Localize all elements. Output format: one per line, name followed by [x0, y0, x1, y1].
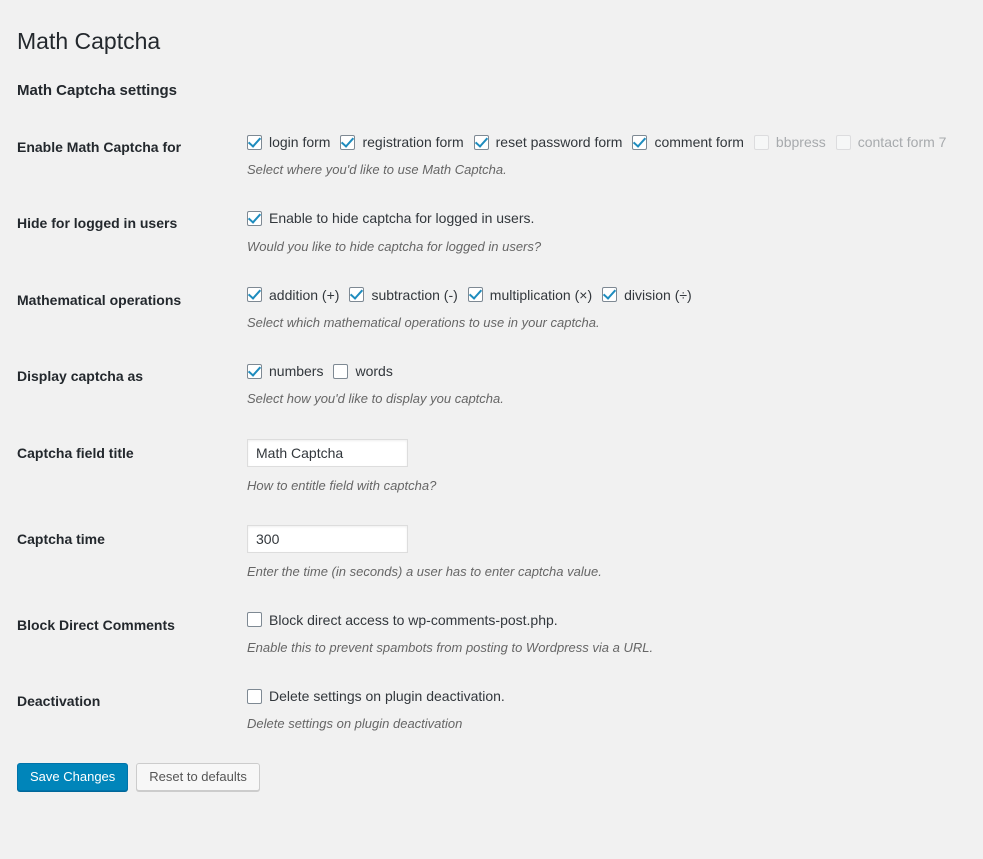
checkbox-box-icon[interactable]: [632, 134, 648, 150]
checkbox-box-icon[interactable]: [340, 134, 356, 150]
save-changes-button[interactable]: Save Changes: [17, 762, 129, 791]
page-title: Math Captcha: [17, 28, 161, 54]
checkbox-box-icon[interactable]: [247, 688, 262, 704]
settings-row-deactivation: Deactivation Delete settings on plugin d…: [17, 672, 977, 748]
checkbox-label: subtraction (-): [371, 286, 458, 303]
settings-row-block-direct-comments: Block Direct Comments Block direct acces…: [17, 596, 977, 672]
checkbox-division[interactable]: division (÷): [602, 286, 692, 304]
row-field-hide-logged-in: Enable to hide captcha for logged in use…: [247, 194, 977, 270]
row-label-hide-logged-in: Hide for logged in users: [17, 215, 178, 232]
checkbox-box-icon[interactable]: [467, 287, 483, 303]
settings-row-display-as: Display captcha as numbers words Select …: [17, 347, 977, 423]
row-description: Delete settings on plugin deactivation: [247, 716, 463, 732]
settings-row-captcha-time: Captcha time Enter the time (in seconds)…: [17, 510, 977, 596]
row-field-enable-for: login form registration form reset passw…: [247, 118, 977, 194]
checkbox-box-icon[interactable]: [349, 287, 365, 303]
checkbox-box-icon[interactable]: [473, 134, 489, 150]
settings-row-operations: Mathematical operations addition (+) sub…: [17, 271, 977, 347]
checkbox-label: Delete settings on plugin deactivation.: [269, 688, 505, 705]
row-field-block-direct-comments: Block direct access to wp-comments-post.…: [247, 596, 977, 672]
settings-form-table: Enable Math Captcha for login form regis…: [17, 118, 977, 749]
checkbox-delete-settings-on-deactivation[interactable]: Delete settings on plugin deactivation.: [247, 687, 505, 705]
checkbox-group-enable-for: login form registration form reset passw…: [247, 133, 967, 151]
checkbox-box-icon: [835, 134, 851, 150]
row-label-operations: Mathematical operations: [17, 291, 182, 308]
form-actions: Save Changes Reset to defaults: [17, 749, 963, 791]
row-field-field-title: How to entitle field with captcha?: [247, 424, 977, 510]
checkbox-label: Block direct access to wp-comments-post.…: [269, 611, 558, 628]
checkbox-addition[interactable]: addition (+): [247, 286, 339, 304]
reset-to-defaults-button[interactable]: Reset to defaults: [136, 762, 260, 791]
checkbox-label: numbers: [269, 363, 324, 380]
checkbox-group-hide-logged-in: Enable to hide captcha for logged in use…: [247, 209, 967, 227]
row-description: Select where you'd like to use Math Capt…: [247, 162, 507, 178]
row-description: Select which mathematical operations to …: [247, 314, 600, 330]
checkbox-label: contact form 7: [857, 134, 947, 150]
checkbox-label: comment form: [654, 134, 744, 150]
row-field-operations: addition (+) subtraction (-) multiplicat…: [247, 271, 977, 347]
checkbox-label: login form: [269, 134, 331, 150]
checkbox-box-icon[interactable]: [333, 363, 349, 379]
row-label-enable-for: Enable Math Captcha for: [17, 139, 182, 155]
checkbox-numbers[interactable]: numbers: [247, 362, 323, 380]
checkbox-label: addition (+): [269, 286, 340, 303]
row-field-captcha-time: Enter the time (in seconds) a user has t…: [247, 510, 977, 596]
row-description: Enable this to prevent spambots from pos…: [247, 640, 654, 656]
row-label-display-as: Display captcha as: [17, 368, 144, 385]
checkbox-box-icon[interactable]: [247, 363, 262, 379]
checkbox-label: Enable to hide captcha for logged in use…: [269, 210, 535, 227]
captcha-field-title-input[interactable]: [247, 438, 408, 467]
checkbox-registration-form[interactable]: registration form: [340, 133, 464, 151]
checkbox-comment-form[interactable]: comment form: [632, 133, 744, 151]
checkbox-subtraction[interactable]: subtraction (-): [349, 286, 458, 304]
checkbox-block-direct-access[interactable]: Block direct access to wp-comments-post.…: [247, 611, 558, 629]
checkbox-label: registration form: [362, 134, 464, 150]
checkbox-words[interactable]: words: [333, 362, 393, 380]
checkbox-login-form[interactable]: login form: [247, 133, 330, 151]
checkbox-hide-logged-in[interactable]: Enable to hide captcha for logged in use…: [247, 209, 534, 227]
captcha-time-input[interactable]: [247, 524, 408, 553]
settings-row-enable-for: Enable Math Captcha for login form regis…: [17, 118, 977, 194]
settings-page: Math Captcha Math Captcha settings Enabl…: [0, 0, 983, 791]
checkbox-group-deactivation: Delete settings on plugin deactivation.: [247, 687, 967, 705]
checkbox-box-icon[interactable]: [247, 612, 262, 628]
row-description: Select how you'd like to display you cap…: [247, 391, 504, 407]
checkbox-box-icon[interactable]: [247, 287, 262, 303]
row-description: How to entitle field with captcha?: [247, 477, 437, 493]
row-description: Enter the time (in seconds) a user has t…: [247, 563, 602, 579]
row-label-deactivation: Deactivation: [17, 693, 101, 710]
checkbox-group-display-as: numbers words: [247, 362, 967, 380]
checkbox-group-block-direct-comments: Block direct access to wp-comments-post.…: [247, 611, 967, 629]
checkbox-group-operations: addition (+) subtraction (-) multiplicat…: [247, 286, 967, 304]
section-title: Math Captcha settings: [17, 82, 178, 99]
row-label-block-direct-comments: Block Direct Comments: [17, 616, 175, 633]
checkbox-label: multiplication (×): [489, 286, 593, 303]
checkbox-label: bbpress: [775, 134, 826, 150]
settings-row-hide-logged-in: Hide for logged in users Enable to hide …: [17, 194, 977, 270]
checkbox-multiplication[interactable]: multiplication (×): [467, 286, 593, 304]
checkbox-label: reset password form: [495, 134, 623, 150]
checkbox-box-icon[interactable]: [602, 287, 618, 303]
row-description: Would you like to hide captcha for logge…: [247, 238, 542, 254]
row-label-field-title: Captcha field title: [17, 444, 134, 461]
row-field-deactivation: Delete settings on plugin deactivation. …: [247, 672, 977, 748]
checkbox-contact-form-7: contact form 7: [835, 133, 947, 151]
checkbox-bbpress: bbpress: [753, 133, 826, 151]
checkbox-reset-password-form[interactable]: reset password form: [473, 133, 623, 151]
checkbox-label: division (÷): [624, 286, 692, 303]
checkbox-box-icon[interactable]: [247, 210, 262, 226]
checkbox-box-icon: [753, 134, 769, 150]
settings-row-field-title: Captcha field title How to entitle field…: [17, 424, 977, 510]
row-field-display-as: numbers words Select how you'd like to d…: [247, 347, 977, 423]
checkbox-label: words: [355, 363, 393, 380]
checkbox-box-icon[interactable]: [247, 134, 262, 150]
row-label-captcha-time: Captcha time: [17, 530, 105, 547]
